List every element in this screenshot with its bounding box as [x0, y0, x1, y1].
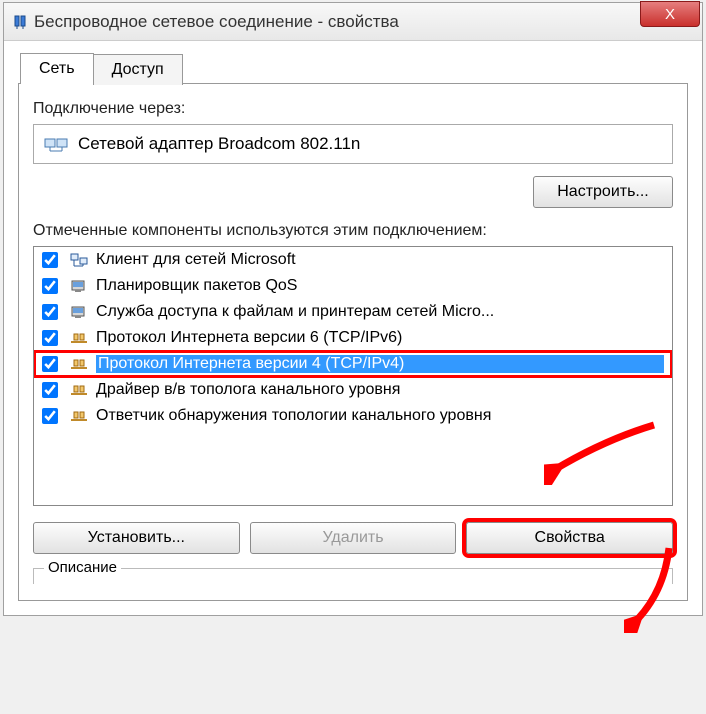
component-label: Драйвер в/в тополога канального уровня: [96, 381, 664, 399]
protocol-icon: [68, 381, 90, 399]
description-label: Описание: [44, 559, 121, 576]
protocol-icon: [68, 355, 90, 373]
close-button[interactable]: X: [640, 1, 700, 27]
properties-button-label: Свойства: [535, 529, 605, 546]
component-item[interactable]: Драйвер в/в тополога канального уровня: [34, 377, 672, 403]
service-icon: [68, 303, 90, 321]
window-title: Беспроводное сетевое соединение - свойст…: [34, 12, 399, 32]
component-label: Протокол Интернета версии 6 (TCP/IPv6): [96, 329, 664, 347]
component-item[interactable]: Ответчик обнаружения топологии канальног…: [34, 403, 672, 429]
tab-network[interactable]: Сеть: [20, 53, 94, 84]
component-label: Служба доступа к файлам и принтерам сете…: [96, 303, 664, 321]
adapter-name: Сетевой адаптер Broadcom 802.11n: [78, 134, 360, 154]
connect-via-label: Подключение через:: [33, 100, 673, 118]
component-checkbox[interactable]: [42, 382, 58, 398]
properties-dialog: Беспроводное сетевое соединение - свойст…: [3, 2, 703, 616]
component-item[interactable]: Планировщик пакетов QoS: [34, 273, 672, 299]
client-area: Сеть Доступ Подключение через: Сетевой а…: [4, 41, 702, 615]
component-label: Протокол Интернета версии 4 (TCP/IPv4): [96, 355, 664, 373]
remove-button[interactable]: Удалить: [250, 522, 457, 554]
component-label: Планировщик пакетов QoS: [96, 277, 664, 295]
tab-network-label: Сеть: [39, 60, 75, 77]
component-checkbox[interactable]: [42, 278, 58, 294]
tab-access[interactable]: Доступ: [93, 54, 183, 85]
component-checkbox[interactable]: [42, 408, 58, 424]
component-checkbox[interactable]: [42, 356, 58, 372]
components-listbox[interactable]: Клиент для сетей Microsoft Планировщик па…: [33, 246, 673, 506]
properties-button[interactable]: Свойства: [466, 522, 673, 554]
component-item[interactable]: Протокол Интернета версии 4 (TCP/IPv4): [34, 351, 672, 377]
client-icon: [68, 251, 90, 269]
install-button-label: Установить...: [88, 529, 185, 546]
tab-access-label: Доступ: [112, 61, 164, 78]
component-label: Клиент для сетей Microsoft: [96, 251, 664, 269]
service-icon: [68, 277, 90, 295]
network-icon: [12, 14, 28, 30]
protocol-icon: [68, 329, 90, 347]
protocol-icon: [68, 407, 90, 425]
tab-panel-network: Подключение через: Сетевой адаптер Broad…: [18, 83, 688, 601]
close-icon: X: [665, 6, 675, 23]
tab-strip: Сеть Доступ: [20, 53, 698, 84]
titlebar: Беспроводное сетевое соединение - свойст…: [4, 3, 702, 41]
adapter-field: Сетевой адаптер Broadcom 802.11n: [33, 124, 673, 164]
configure-button-label: Настроить...: [557, 183, 649, 200]
component-item[interactable]: Служба доступа к файлам и принтерам сете…: [34, 299, 672, 325]
configure-button[interactable]: Настроить...: [533, 176, 673, 208]
component-checkbox[interactable]: [42, 330, 58, 346]
component-checkbox[interactable]: [42, 304, 58, 320]
button-row: Установить... Удалить Свойства: [33, 522, 673, 554]
component-item[interactable]: Клиент для сетей Microsoft: [34, 247, 672, 273]
component-label: Ответчик обнаружения топологии канальног…: [96, 407, 664, 425]
adapter-icon: [44, 134, 68, 154]
description-groupbox: Описание: [33, 568, 673, 584]
components-label: Отмеченные компоненты используются этим …: [33, 222, 673, 240]
component-checkbox[interactable]: [42, 252, 58, 268]
component-item[interactable]: Протокол Интернета версии 6 (TCP/IPv6): [34, 325, 672, 351]
remove-button-label: Удалить: [322, 529, 383, 546]
install-button[interactable]: Установить...: [33, 522, 240, 554]
